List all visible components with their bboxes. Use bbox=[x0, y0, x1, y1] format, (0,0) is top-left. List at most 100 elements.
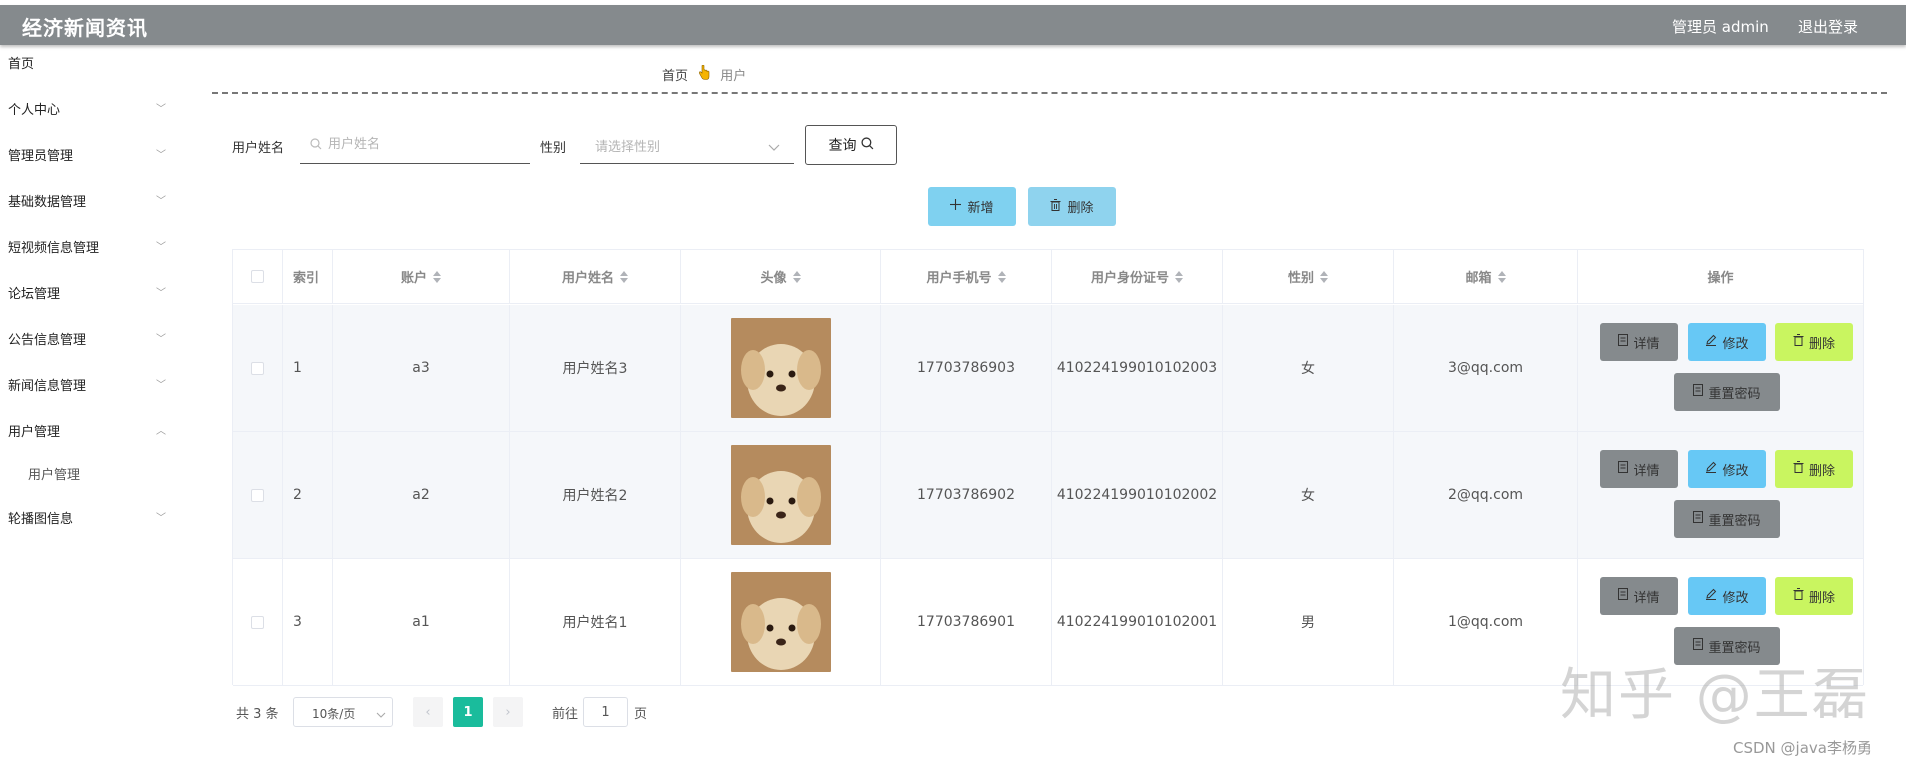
delete-button[interactable]: 删除 bbox=[1775, 577, 1853, 615]
sort-icon[interactable] bbox=[433, 270, 441, 283]
sidebar-item-announcement[interactable]: 公告信息管理 ﹀ bbox=[8, 329, 168, 348]
sidebar-item-basic-data[interactable]: 基础数据管理 ﹀ bbox=[8, 191, 168, 210]
cell-account: a2 bbox=[333, 432, 510, 558]
column-header-name[interactable]: 用户姓名 bbox=[510, 250, 681, 303]
column-header-gender[interactable]: 性别 bbox=[1223, 250, 1394, 303]
row-checkbox[interactable] bbox=[251, 361, 264, 375]
cell-index: 3 bbox=[283, 559, 333, 685]
row-select-cell bbox=[233, 559, 283, 685]
pencil-icon bbox=[1705, 334, 1717, 350]
top-header: 经济新闻资讯 管理员 admin 退出登录 bbox=[0, 5, 1906, 45]
sidebar-item-carousel[interactable]: 轮播图信息 ﹀ bbox=[8, 508, 168, 527]
sort-icon[interactable] bbox=[620, 270, 628, 283]
column-header-account[interactable]: 账户 bbox=[333, 250, 510, 303]
document-icon bbox=[1693, 511, 1704, 527]
batch-delete-button[interactable]: 删除 bbox=[1028, 187, 1116, 226]
cell-gender: 男 bbox=[1223, 559, 1394, 685]
goto-page-input[interactable] bbox=[583, 697, 628, 727]
sort-icon[interactable] bbox=[1175, 270, 1183, 283]
chevron-down-icon: ﹀ bbox=[156, 104, 166, 115]
cell-account: a1 bbox=[333, 559, 510, 685]
table-header-row: 索引 账户 用户姓名 头像 用户手机号 用户身份证号 性别 邮箱 操作 bbox=[233, 250, 1863, 304]
column-header-avatar[interactable]: 头像 bbox=[681, 250, 881, 303]
delete-button[interactable]: 删除 bbox=[1775, 323, 1853, 361]
detail-button[interactable]: 详情 bbox=[1600, 450, 1678, 488]
next-page-button[interactable]: › bbox=[493, 697, 523, 727]
gender-select-placeholder: 请选择性别 bbox=[595, 140, 661, 155]
sidebar: 首页 个人中心 ﹀ 管理员管理 ﹀ 基础数据管理 ﹀ 短视频信息管理 ﹀ 论坛管理 ﹀ 公… bbox=[0, 45, 178, 767]
gender-select[interactable]: 请选择性别 bbox=[580, 126, 794, 164]
column-header-id-card[interactable]: 用户身份证号 bbox=[1052, 250, 1223, 303]
sort-icon[interactable] bbox=[1320, 270, 1328, 283]
chevron-down-icon: ﹀ bbox=[156, 196, 166, 207]
cell-name: 用户姓名2 bbox=[510, 432, 681, 558]
document-icon bbox=[1618, 334, 1629, 350]
chevron-right-icon: › bbox=[505, 704, 511, 720]
edit-button[interactable]: 修改 bbox=[1688, 323, 1766, 361]
sidebar-item-short-video[interactable]: 短视频信息管理 ﹀ bbox=[8, 237, 168, 256]
detail-button[interactable]: 详情 bbox=[1600, 577, 1678, 615]
detail-button[interactable]: 详情 bbox=[1600, 323, 1678, 361]
table-row: 1 a3 用户姓名3 17703786903 41022419901010200… bbox=[233, 305, 1863, 432]
puppy-avatar-image bbox=[730, 572, 831, 672]
cell-email: 3@qq.com bbox=[1394, 305, 1578, 431]
sidebar-item-home[interactable]: 首页 bbox=[8, 53, 168, 72]
sidebar-subitem-user-management[interactable]: 用户管理 bbox=[28, 464, 80, 483]
pointing-hand-icon bbox=[698, 64, 710, 84]
page-size-select[interactable]: 10条/页 bbox=[293, 697, 393, 727]
sort-icon[interactable] bbox=[1497, 270, 1506, 283]
sort-icon[interactable] bbox=[792, 270, 801, 283]
chevron-down-icon: ﹀ bbox=[156, 150, 166, 161]
sidebar-item-admin-management[interactable]: 管理员管理 ﹀ bbox=[8, 145, 168, 164]
prev-page-button[interactable]: ‹ bbox=[413, 697, 443, 727]
cell-phone: 17703786903 bbox=[881, 305, 1052, 431]
cell-email: 1@qq.com bbox=[1394, 559, 1578, 685]
edit-button[interactable]: 修改 bbox=[1688, 450, 1766, 488]
app-title: 经济新闻资讯 bbox=[22, 16, 148, 40]
logout-button[interactable]: 退出登录 bbox=[1798, 16, 1858, 37]
chevron-down-icon: ﹀ bbox=[156, 242, 166, 253]
cell-account: a3 bbox=[333, 305, 510, 431]
cell-name: 用户姓名3 bbox=[510, 305, 681, 431]
cell-index: 2 bbox=[283, 432, 333, 558]
chevron-down-icon: ﹀ bbox=[156, 288, 166, 299]
row-select-cell bbox=[233, 305, 283, 431]
trash-icon bbox=[1793, 461, 1804, 477]
row-checkbox[interactable] bbox=[251, 615, 264, 629]
sidebar-item-forum[interactable]: 论坛管理 ﹀ bbox=[8, 283, 168, 302]
select-all-checkbox[interactable] bbox=[251, 270, 264, 283]
column-header-email[interactable]: 邮箱 bbox=[1394, 250, 1578, 303]
chevron-up-icon: ︿ bbox=[156, 426, 166, 437]
gender-filter-label: 性别 bbox=[540, 141, 567, 156]
goto-label: 前往 bbox=[552, 707, 579, 722]
row-checkbox[interactable] bbox=[251, 488, 264, 502]
cell-index: 1 bbox=[283, 305, 333, 431]
breadcrumb-home[interactable]: 首页 bbox=[662, 69, 688, 84]
sort-icon[interactable] bbox=[997, 270, 1006, 283]
search-icon bbox=[860, 136, 874, 154]
document-icon bbox=[1618, 461, 1629, 477]
row-select-cell bbox=[233, 432, 283, 558]
trash-icon bbox=[1793, 334, 1804, 350]
chevron-down-icon: ﹀ bbox=[156, 513, 166, 524]
pagination-total: 共 3 条 bbox=[236, 707, 279, 722]
cell-phone: 17703786901 bbox=[881, 559, 1052, 685]
sidebar-item-personal-center[interactable]: 个人中心 ﹀ bbox=[8, 99, 168, 118]
sidebar-item-news[interactable]: 新闻信息管理 ﹀ bbox=[8, 375, 168, 394]
add-button[interactable]: 新增 bbox=[928, 187, 1016, 226]
sidebar-item-user-management[interactable]: 用户管理 ︿ bbox=[8, 421, 168, 440]
cell-email: 2@qq.com bbox=[1394, 432, 1578, 558]
name-search-input[interactable] bbox=[300, 126, 530, 163]
zhihu-watermark: 知乎 @王磊 bbox=[1560, 663, 1870, 728]
name-search-field bbox=[300, 126, 530, 164]
reset-password-button[interactable]: 重置密码 bbox=[1674, 500, 1780, 538]
plus-icon bbox=[950, 199, 962, 214]
query-button[interactable]: 查询 bbox=[805, 125, 897, 165]
edit-button[interactable]: 修改 bbox=[1688, 577, 1766, 615]
divider bbox=[212, 92, 1887, 94]
delete-button[interactable]: 删除 bbox=[1775, 450, 1853, 488]
row-actions: 详情 修改 删除 重置密码 bbox=[1578, 432, 1863, 558]
column-header-phone[interactable]: 用户手机号 bbox=[881, 250, 1052, 303]
page-number-button[interactable]: 1 bbox=[453, 697, 483, 727]
reset-password-button[interactable]: 重置密码 bbox=[1674, 373, 1780, 411]
